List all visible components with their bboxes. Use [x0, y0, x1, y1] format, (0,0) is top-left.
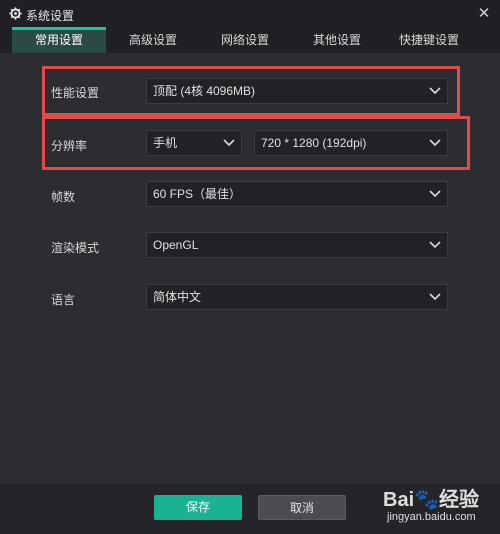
fps-select[interactable]: 60 FPS（最佳）	[146, 181, 448, 207]
fps-value: 60 FPS（最佳）	[153, 187, 242, 201]
tab-advanced[interactable]: 高级设置	[106, 27, 200, 53]
performance-label: 性能设置	[51, 86, 100, 100]
device-select[interactable]: 手机	[146, 130, 242, 156]
tab-other[interactable]: 其他设置	[290, 27, 384, 53]
render-select[interactable]: OpenGL	[146, 232, 448, 258]
tab-network[interactable]: 网络设置	[198, 27, 292, 53]
gear-icon	[9, 7, 22, 20]
render-value: OpenGL	[153, 238, 199, 252]
performance-select[interactable]: 顶配 (4核 4096MB)	[146, 78, 448, 104]
chevron-down-icon	[429, 139, 441, 147]
chevron-down-icon	[429, 293, 441, 301]
window-title: 系统设置	[26, 9, 75, 23]
watermark: Bai🐾经验 jingyan.baidu.com	[383, 483, 495, 529]
language-label: 语言	[51, 293, 76, 307]
close-icon[interactable]: ✕	[474, 4, 494, 24]
title-bar: 系统设置 ✕	[0, 0, 500, 27]
language-value: 简体中文	[153, 290, 202, 304]
watermark-logo: Bai🐾经验	[383, 489, 480, 511]
chevron-down-icon	[223, 139, 235, 147]
language-select[interactable]: 简体中文	[146, 284, 448, 310]
performance-value: 顶配 (4核 4096MB)	[153, 84, 256, 98]
resolution-value: 720 * 1280 (192dpi)	[261, 136, 367, 150]
chevron-down-icon	[429, 190, 441, 198]
resolution-select[interactable]: 720 * 1280 (192dpi)	[254, 130, 448, 156]
fps-label: 帧数	[51, 190, 76, 204]
chevron-down-icon	[429, 241, 441, 249]
chevron-down-icon	[429, 87, 441, 95]
render-label: 渲染模式	[51, 241, 100, 255]
resolution-label: 分辨率	[51, 139, 88, 153]
cancel-button[interactable]: 取消	[258, 495, 346, 520]
save-button[interactable]: 保存	[154, 495, 242, 520]
settings-panel	[0, 53, 500, 484]
tab-bar: 常用设置 高级设置 网络设置 其他设置 快捷键设置	[0, 27, 500, 53]
tab-shortcuts[interactable]: 快捷键设置	[382, 27, 476, 53]
tab-general[interactable]: 常用设置	[12, 27, 106, 53]
device-value: 手机	[153, 136, 178, 150]
watermark-url: jingyan.baidu.com	[387, 511, 476, 523]
